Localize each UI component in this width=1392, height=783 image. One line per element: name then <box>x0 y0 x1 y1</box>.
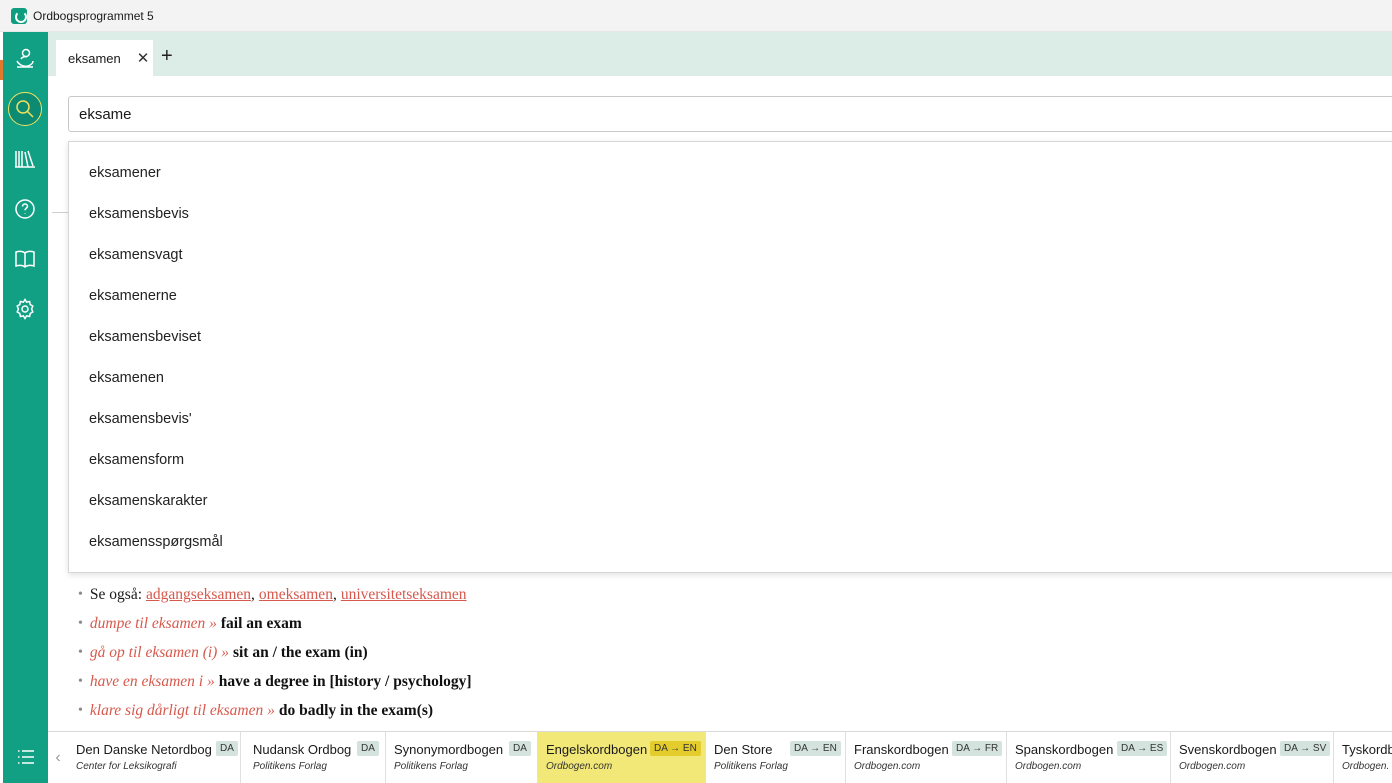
search-icon <box>16 100 34 118</box>
tab-label: eksamen <box>68 50 121 66</box>
suggestion-item[interactable]: eksamenskarakter <box>69 481 1392 522</box>
settings-button[interactable] <box>8 292 42 326</box>
dict-name: Tyskordb <box>1342 742 1392 757</box>
list-menu-icon <box>17 750 34 764</box>
suggestion-item[interactable]: eksamensspørgsmål <box>69 522 1392 563</box>
search-input[interactable] <box>68 96 1392 132</box>
app-logo-icon <box>11 7 27 24</box>
book-button[interactable] <box>8 242 42 276</box>
dictionary-bar: ‹ Den Danske Netordbog Center for Leksik… <box>48 731 1392 783</box>
divider <box>52 212 68 213</box>
dict-publisher: Ordbogen.com <box>546 761 613 772</box>
search-nav-button[interactable] <box>8 92 42 126</box>
dict-den-danske-netordbog[interactable]: Den Danske Netordbog Center for Leksikog… <box>68 732 241 783</box>
suggestion-item[interactable]: eksamenen <box>69 358 1392 399</box>
dict-publisher: Politikens Forlag <box>394 761 468 772</box>
suggestion-dropdown: eksamener eksamensbevis eksamensvagt eks… <box>68 141 1392 573</box>
phrase-row: • klare sig dårligt til eksamen » do bad… <box>78 696 1378 725</box>
phrase-row: • have en eksamen i » have a degree in [… <box>78 667 1378 696</box>
title-bar: Ordbogsprogrammet 5 <box>0 0 1392 32</box>
suggestion-item[interactable]: eksamensbevis <box>69 194 1392 235</box>
bullet: • <box>78 673 83 689</box>
book-icon <box>15 250 35 269</box>
help-icon <box>15 199 35 219</box>
dict-spanskordbogen[interactable]: Spanskordbogen Ordbogen.com DA → ES <box>1007 732 1171 783</box>
tab-bar: eksamen ✕ + <box>48 32 1392 76</box>
dict-publisher: Center for Leksikografi <box>76 761 177 772</box>
translation-text: fail an exam <box>220 614 302 632</box>
phrase-text[interactable]: gå op til eksamen (i) » <box>90 644 229 662</box>
phrase-text[interactable]: dumpe til eksamen » <box>90 615 217 633</box>
dict-publisher: Politikens Forlag <box>714 761 788 772</box>
bullet: • <box>78 586 83 602</box>
bullet: • <box>78 615 83 631</box>
dict-tyskordbogen[interactable]: Tyskordb Ordbogen. <box>1334 732 1392 783</box>
translation-text: sit an / the exam (in) <box>232 643 368 661</box>
language-badge: DA <box>509 741 531 756</box>
phrase-text[interactable]: klare sig dårligt til eksamen » <box>90 702 275 720</box>
separator: , <box>332 585 337 603</box>
profile-icon <box>16 48 34 68</box>
entry-list: • Se også: adgangseksamen, omeksamen, un… <box>78 580 1378 725</box>
translation-text: do badly in the exam(s) <box>278 701 434 719</box>
see-also-link[interactable]: omeksamen <box>259 586 333 604</box>
see-also-link[interactable]: universitetseksamen <box>341 586 467 604</box>
scroll-left-button[interactable]: ‹ <box>48 732 68 783</box>
help-button[interactable] <box>8 192 42 226</box>
window-title: Ordbogsprogrammet 5 <box>33 8 154 23</box>
bullet: • <box>78 702 83 718</box>
tab-eksamen[interactable]: eksamen ✕ <box>56 40 153 76</box>
phrase-text[interactable]: have en eksamen i » <box>90 673 215 691</box>
language-badge: DA → FR <box>952 741 1003 756</box>
profile-button[interactable] <box>8 42 42 76</box>
language-badge: DA → ES <box>1117 741 1168 756</box>
library-button[interactable] <box>8 142 42 176</box>
bullet: • <box>78 644 83 660</box>
add-tab-button[interactable]: + <box>161 46 173 66</box>
suggestion-item[interactable]: eksamensbevis' <box>69 399 1392 440</box>
dict-franskordbogen[interactable]: Franskordbogen Ordbogen.com DA → FR <box>846 732 1007 783</box>
main-menu-button[interactable] <box>3 731 48 783</box>
dict-nudansk-ordbog[interactable]: Nudansk Ordbog Politikens Forlag DA <box>245 732 386 783</box>
dict-synonymordbogen[interactable]: Synonymordbogen Politikens Forlag DA <box>386 732 538 783</box>
suggestion-item[interactable]: eksamenerne <box>69 276 1392 317</box>
suggestion-item[interactable]: eksamensvagt <box>69 235 1392 276</box>
phrase-row: • dumpe til eksamen » fail an exam <box>78 609 1378 638</box>
suggestion-item[interactable]: eksamensbeviset <box>69 317 1392 358</box>
gear-icon <box>16 298 34 320</box>
app-window: Ordbogsprogrammet 5 eksamen ✕ + eksame e… <box>0 0 1392 783</box>
language-badge: DA → SV <box>1280 741 1331 756</box>
dict-publisher: Ordbogen. <box>1342 761 1390 772</box>
dict-den-store[interactable]: Den Store Politikens Forlag DA → EN <box>706 732 846 783</box>
see-also-row: • Se også: adgangseksamen, omeksamen, un… <box>78 580 1378 609</box>
dict-svenskordbogen[interactable]: Svenskordbogen Ordbogen.com DA → SV <box>1171 732 1334 783</box>
left-rail <box>3 32 48 783</box>
close-icon[interactable]: ✕ <box>137 49 150 67</box>
dict-engelskordbogen[interactable]: Engelskordbogen Ordbogen.com DA → EN <box>538 732 706 783</box>
phrase-row: • gå op til eksamen (i) » sit an / the e… <box>78 638 1378 667</box>
dict-publisher: Ordbogen.com <box>1179 761 1246 772</box>
translation-text: have a degree in [history / psychology] <box>218 672 472 690</box>
separator: , <box>251 585 255 603</box>
see-also-label: Se også: <box>89 585 142 603</box>
dict-publisher: Ordbogen.com <box>1015 761 1082 772</box>
dict-publisher: Politikens Forlag <box>253 761 327 772</box>
library-icon <box>15 150 35 168</box>
language-badge: DA → EN <box>650 741 701 756</box>
language-badge: DA → EN <box>790 741 841 756</box>
suggestion-item[interactable]: eksamener <box>69 153 1392 194</box>
language-badge: DA <box>216 741 238 756</box>
dict-publisher: Ordbogen.com <box>854 761 921 772</box>
suggestion-item[interactable]: eksamensform <box>69 440 1392 481</box>
see-also-link[interactable]: adgangseksamen <box>146 586 251 604</box>
language-badge: DA <box>357 741 379 756</box>
